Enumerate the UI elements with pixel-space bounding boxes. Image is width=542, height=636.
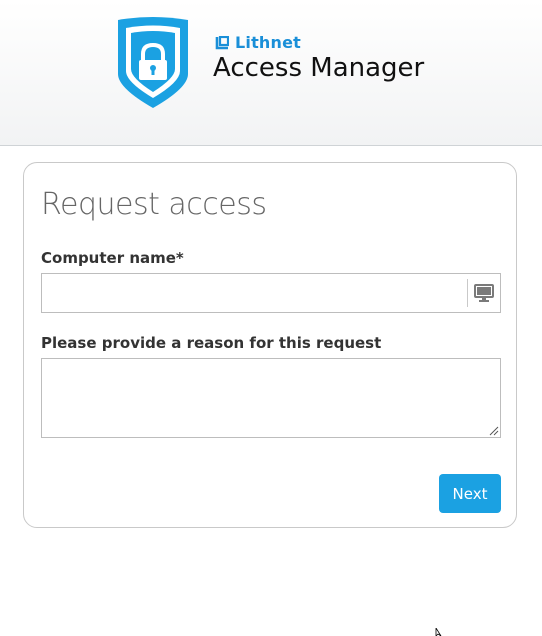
shield-lock-icon (118, 17, 188, 108)
reason-textarea[interactable] (41, 358, 501, 438)
page-title: Request access (41, 187, 267, 222)
computer-picker-button[interactable] (467, 279, 500, 307)
reason-label: Please provide a reason for this request (41, 334, 382, 352)
product-name: Access Manager (213, 53, 425, 83)
brand-name: Lithnet (235, 33, 302, 52)
next-button[interactable]: Next (439, 474, 501, 513)
page-header: Lithnet Access Manager (0, 0, 542, 146)
computer-name-label: Computer name* (41, 249, 184, 267)
computer-name-group (41, 273, 501, 313)
computer-name-input[interactable] (42, 274, 467, 312)
monitor-icon (474, 284, 494, 302)
mouse-cursor-icon (435, 628, 442, 636)
request-access-card: Request access Computer name* Please pro… (23, 162, 517, 528)
resize-grip-icon[interactable] (489, 426, 499, 436)
brand-line: Lithnet (215, 33, 301, 52)
lithnet-logo-icon (215, 35, 229, 49)
